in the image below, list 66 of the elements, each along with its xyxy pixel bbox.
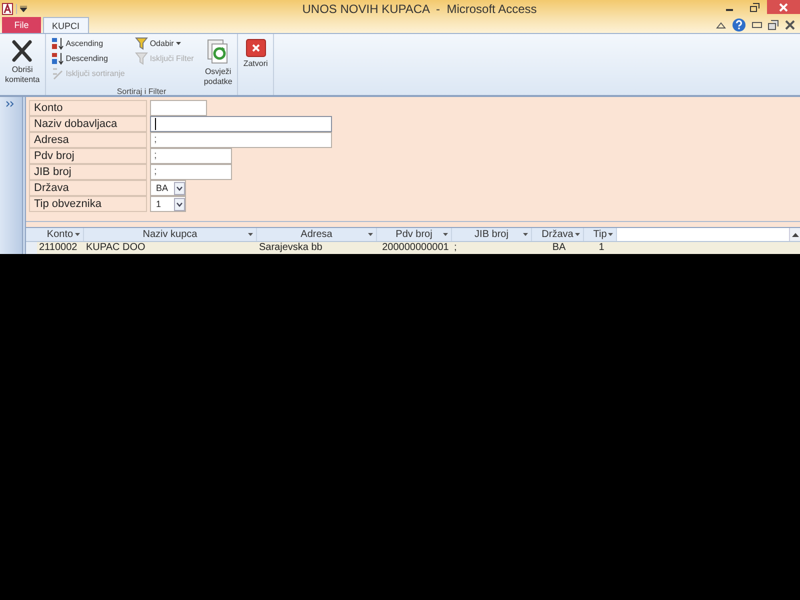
cross-icon [10,39,34,63]
sort-ascending-icon [50,37,64,50]
sort-descending-icon [50,52,64,65]
ribbon-button[interactable]: Obriši komitenta [3,36,42,85]
restore-icon [750,3,760,12]
column-header[interactable]: Konto [37,228,84,241]
input-field[interactable] [150,100,207,116]
field-label: Konto [29,100,147,116]
column-header[interactable]: Pdv broj [377,228,452,241]
table-cell-text: ; [453,242,458,254]
caret-icon[interactable] [20,6,27,12]
table-cell-text: KUPAC DOO [85,242,146,254]
dropdown-field[interactable]: 1 [150,196,186,212]
input-field[interactable] [150,116,332,132]
dropdown-field[interactable]: BA [150,180,186,196]
table-cell-text: 1 [598,242,606,254]
clear-sort-icon [50,67,64,80]
filter-icon [134,52,148,65]
input-field[interactable]: ; [150,164,232,180]
field-label: Država [29,180,147,196]
field-label: Naziv dobavljaca [29,116,147,132]
sort-arrow-icon [75,233,80,236]
minimize-icon[interactable] [752,22,762,28]
ribbon-button[interactable]: Ascending [48,36,127,51]
sort-arrow-icon [608,233,613,236]
collapse-ribbon-icon[interactable] [716,21,726,29]
field-label: Pdv broj [29,148,147,164]
field-label: Adresa [29,132,147,148]
sort-arrow-icon [368,233,373,236]
ribbon-button[interactable]: Osvježi podatke [202,36,234,87]
help-icon[interactable] [732,18,746,32]
table-cell-text: 200000000001 [381,242,450,254]
close-button[interactable] [767,0,800,14]
column-header[interactable]: JIB broj [452,228,532,241]
input-field[interactable]: ; [150,148,232,164]
refresh-icon [207,39,230,65]
table-cell-text: BA [551,242,567,254]
table-cell-text: Sarajevska bb [258,242,324,254]
window-title: UNOS NOVIH KUPACA - Microsoft Access [301,2,538,16]
input-field[interactable]: ; [150,132,332,148]
scroll-up-icon [792,232,798,236]
sort-arrow-icon [248,233,253,236]
sort-arrow-icon [443,233,448,236]
ribbon-button[interactable]: Zatvori [241,36,270,69]
filter-icon [134,37,148,50]
file-tab[interactable]: File [2,17,41,33]
ribbon-button[interactable]: Odabir [132,36,196,51]
group-label: Sortiraj i Filter [116,87,166,96]
column-header[interactable]: Adresa [257,228,377,241]
column-header[interactable]: Naziv kupca [84,228,257,241]
column-header[interactable]: Tip [584,228,617,241]
table-cell-text: 2110002 [38,242,78,254]
close-icon [246,39,266,57]
sort-arrow-icon [575,233,580,236]
sort-arrow-icon [523,233,528,236]
close-icon [779,2,788,12]
scrollbar[interactable] [789,228,800,241]
ribbon-tab[interactable]: KUPCI [43,17,89,33]
app-icon[interactable] [2,2,13,14]
close-icon[interactable] [785,20,795,30]
restore-icon[interactable] [768,20,779,30]
ribbon-button[interactable]: Descending [48,51,127,66]
expand-icon [6,101,14,107]
column-header[interactable]: Država [532,228,584,241]
field-label: JIB broj [29,164,147,180]
field-label: Tip obveznika [29,196,147,212]
